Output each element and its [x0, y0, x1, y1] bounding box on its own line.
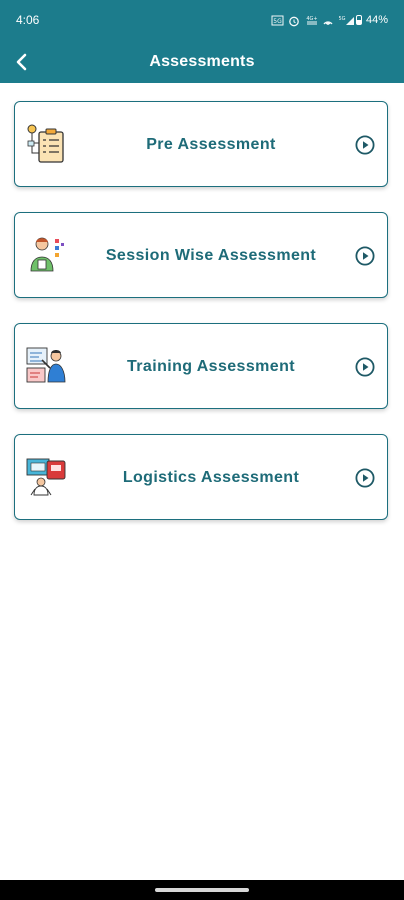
checklist-icon	[27, 124, 64, 163]
play-circle-icon[interactable]	[355, 135, 375, 155]
signal-icon: 5G	[338, 15, 354, 26]
hotspot-icon	[322, 15, 335, 26]
navigation-bar	[0, 880, 404, 900]
page-title: Assessments	[149, 53, 255, 70]
teacher-icon	[30, 237, 64, 272]
presentation-icon	[26, 347, 66, 383]
card-label: Session Wise Assessment	[105, 247, 317, 264]
session-wise-assessment-card[interactable]: Session Wise Assessment	[14, 212, 388, 298]
card-label: Training Assessment	[127, 358, 295, 375]
logistics-icon	[26, 458, 66, 496]
svg-text:5G: 5G	[339, 16, 346, 22]
svg-text:5G: 5G	[273, 18, 282, 25]
play-circle-icon[interactable]	[355, 468, 375, 488]
battery-icon	[355, 15, 362, 25]
app-bar: Assessments	[0, 40, 404, 83]
card-label: Pre Assessment	[146, 136, 276, 153]
home-gesture-handle[interactable]	[155, 888, 249, 892]
status-icons: 5G 4G+ 5G 44%	[271, 14, 388, 26]
status-bar: 4:06 5G 4G+ 5G 44%	[0, 0, 404, 40]
pre-assessment-card[interactable]: Pre Assessment	[14, 101, 388, 187]
svg-text:4G+: 4G+	[306, 16, 317, 22]
volte-icon: 4G+	[305, 15, 318, 26]
logistics-assessment-card[interactable]: Logistics Assessment	[14, 434, 388, 520]
play-circle-icon[interactable]	[355, 357, 375, 377]
play-circle-icon[interactable]	[355, 246, 375, 266]
battery-percent: 44%	[365, 14, 388, 26]
training-assessment-card[interactable]: Training Assessment	[14, 323, 388, 409]
card-label: Logistics Assessment	[122, 469, 300, 486]
data-saver-icon: 5G	[271, 15, 284, 26]
status-time: 4:06	[16, 13, 40, 27]
alarm-icon	[288, 15, 301, 26]
